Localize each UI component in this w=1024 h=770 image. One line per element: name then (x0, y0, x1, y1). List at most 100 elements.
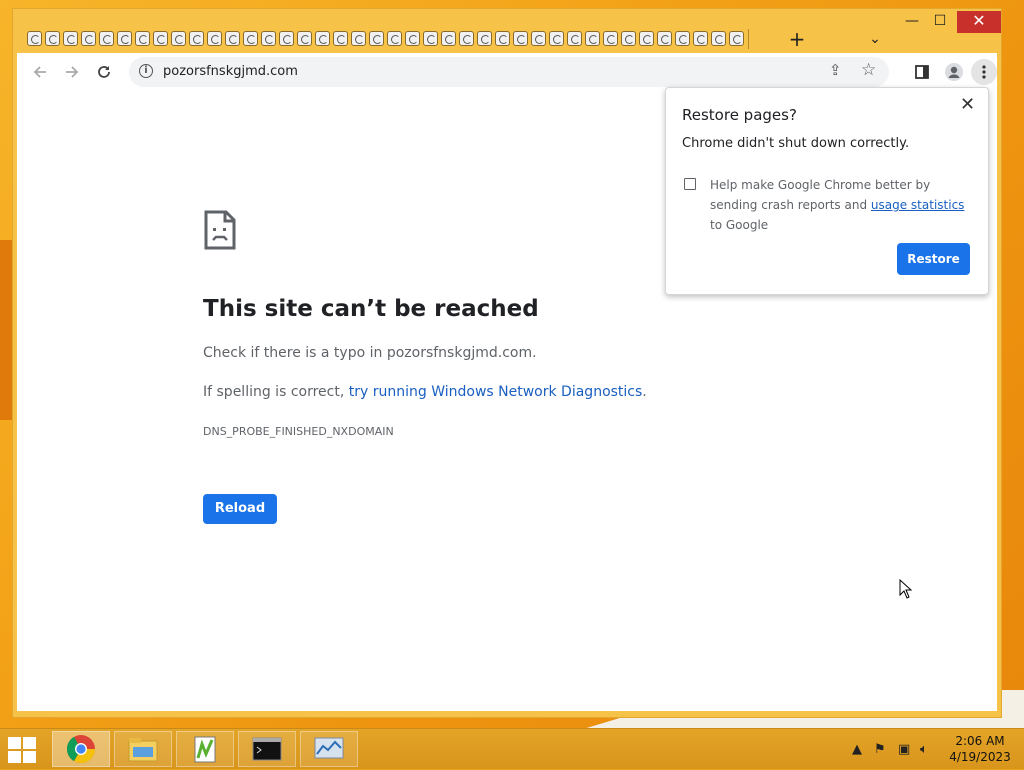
performance-monitor-icon (314, 737, 344, 759)
forward-button[interactable] (59, 59, 85, 85)
taskbar-notepad-plus[interactable] (176, 731, 234, 767)
tab-favicon-icon[interactable] (153, 30, 168, 46)
tab-separator (748, 29, 749, 49)
minimize-button[interactable]: — (901, 11, 923, 33)
tab-favicon-icon[interactable] (441, 30, 456, 46)
restore-dialog-message: Chrome didn't shut down correctly. (682, 136, 910, 151)
side-panel-icon (915, 65, 929, 79)
tab-favicon-icon[interactable] (531, 30, 546, 46)
sad-document-icon (204, 210, 236, 250)
clock-date: 4/19/2023 (949, 750, 1011, 764)
tab-favicon-icon[interactable] (243, 30, 258, 46)
tab-favicon-icon[interactable] (63, 30, 78, 46)
taskbar-performance-monitor[interactable] (300, 731, 358, 767)
maximize-button[interactable]: ☐ (929, 11, 951, 33)
refresh-icon (98, 66, 110, 78)
file-explorer-icon (128, 738, 158, 762)
action-center-flag-icon[interactable]: ⚑ (874, 742, 886, 757)
site-info-icon[interactable]: i (139, 64, 153, 78)
tab-favicon-icon[interactable] (369, 30, 384, 46)
crash-report-checkbox[interactable] (684, 178, 696, 190)
tab-favicon-icon[interactable] (639, 30, 654, 46)
tab-favicon-icon[interactable] (189, 30, 204, 46)
tab-favicon-icon[interactable] (585, 30, 600, 46)
usage-statistics-link[interactable]: usage statistics (871, 198, 965, 212)
tab-favicon-icon[interactable] (477, 30, 492, 46)
tab-favicon-icon[interactable] (711, 30, 726, 46)
error-code: DNS_PROBE_FINISHED_NXDOMAIN (203, 425, 394, 438)
tab-favicon-icon[interactable] (261, 30, 276, 46)
close-button[interactable]: ✕ (957, 11, 1001, 33)
tab-favicon-icon[interactable] (549, 30, 564, 46)
tab-favicon-icon[interactable] (279, 30, 294, 46)
reload-toolbar-button[interactable] (91, 59, 117, 85)
tab-favicon-icon[interactable] (603, 30, 618, 46)
mouse-cursor-icon (899, 579, 913, 599)
new-tab-button[interactable]: + (785, 27, 809, 51)
side-panel-button[interactable] (909, 59, 935, 85)
system-clock[interactable]: 2:06 AM 4/19/2023 (940, 733, 1020, 765)
show-hidden-icons-button[interactable]: ▲ (852, 742, 862, 757)
tab-favicon-icon[interactable] (405, 30, 420, 46)
tab-favicon-icon[interactable] (207, 30, 222, 46)
tab-favicon-icon[interactable] (99, 30, 114, 46)
taskbar-file-explorer[interactable] (114, 731, 172, 767)
windows-logo-tile (23, 737, 36, 749)
notepad-plus-icon (194, 736, 216, 763)
restore-dialog-title: Restore pages? (682, 106, 797, 124)
diagnostics-hint: If spelling is correct, try running Wind… (203, 384, 647, 400)
tab-favicon-icon[interactable] (351, 30, 366, 46)
tab-favicon-icon[interactable] (459, 30, 474, 46)
windows-logo-tile (8, 737, 21, 749)
tab-favicon-icon[interactable] (729, 30, 744, 46)
tab-favicon-icon[interactable] (513, 30, 528, 46)
tab-favicon-icon[interactable] (495, 30, 510, 46)
start-button[interactable] (8, 737, 38, 763)
tab-favicon-icon[interactable] (315, 30, 330, 46)
taskbar-chrome[interactable] (52, 731, 110, 767)
tab-favicon-icon[interactable] (135, 30, 150, 46)
reload-button[interactable]: Reload (203, 494, 277, 524)
network-icon[interactable]: ▣ (898, 742, 910, 757)
tab-favicon-icon[interactable] (387, 30, 402, 46)
tab-favicon-icon[interactable] (171, 30, 186, 46)
diagnostics-link[interactable]: try running Windows Network Diagnostics (349, 384, 643, 400)
title-bar: + ⌄ — ☐ ✕ (13, 9, 1001, 53)
help-text-suffix: to Google (710, 218, 769, 232)
crash-report-label: Help make Google Chrome better by sendin… (710, 175, 970, 235)
forward-arrow-icon (66, 66, 79, 78)
tab-favicon-icon[interactable] (45, 30, 60, 46)
back-arrow-icon (33, 66, 46, 78)
tab-strip (27, 27, 749, 49)
tab-favicon-icon[interactable] (621, 30, 636, 46)
tab-favicon-icon[interactable] (333, 30, 348, 46)
close-icon[interactable]: ✕ (960, 94, 975, 115)
bookmark-star-icon[interactable]: ☆ (861, 60, 876, 80)
clock-time: 2:06 AM (955, 734, 1005, 748)
tab-favicon-icon[interactable] (225, 30, 240, 46)
profile-button[interactable] (941, 59, 967, 85)
tab-favicon-icon[interactable] (567, 30, 582, 46)
taskbar-cmd[interactable] (238, 731, 296, 767)
tab-favicon-icon[interactable] (27, 30, 42, 46)
chrome-menu-button[interactable] (971, 59, 997, 85)
restore-button[interactable]: Restore (897, 243, 970, 275)
url-text[interactable]: pozorsfnskgjmd.com (163, 64, 298, 79)
tab-favicon-icon[interactable] (297, 30, 312, 46)
windows-logo-tile (8, 751, 21, 763)
profile-avatar-icon (945, 63, 963, 81)
volume-icon[interactable]: 🔈︎ (920, 742, 928, 757)
tab-favicon-icon[interactable] (675, 30, 690, 46)
chrome-window: + ⌄ — ☐ ✕ i pozorsfnskgjmd.com ⇪ ☆ This … (12, 8, 1002, 718)
back-button[interactable] (27, 59, 53, 85)
address-bar[interactable]: i pozorsfnskgjmd.com ⇪ ☆ (129, 57, 889, 87)
tab-favicon-icon[interactable] (423, 30, 438, 46)
tab-favicon-icon[interactable] (117, 30, 132, 46)
tab-search-button[interactable]: ⌄ (863, 27, 887, 51)
share-icon[interactable]: ⇪ (829, 61, 842, 79)
tab-favicon-icon[interactable] (657, 30, 672, 46)
more-vert-icon (982, 65, 986, 79)
tab-favicon-icon[interactable] (693, 30, 708, 46)
windows-logo-tile (23, 751, 36, 763)
tab-favicon-icon[interactable] (81, 30, 96, 46)
